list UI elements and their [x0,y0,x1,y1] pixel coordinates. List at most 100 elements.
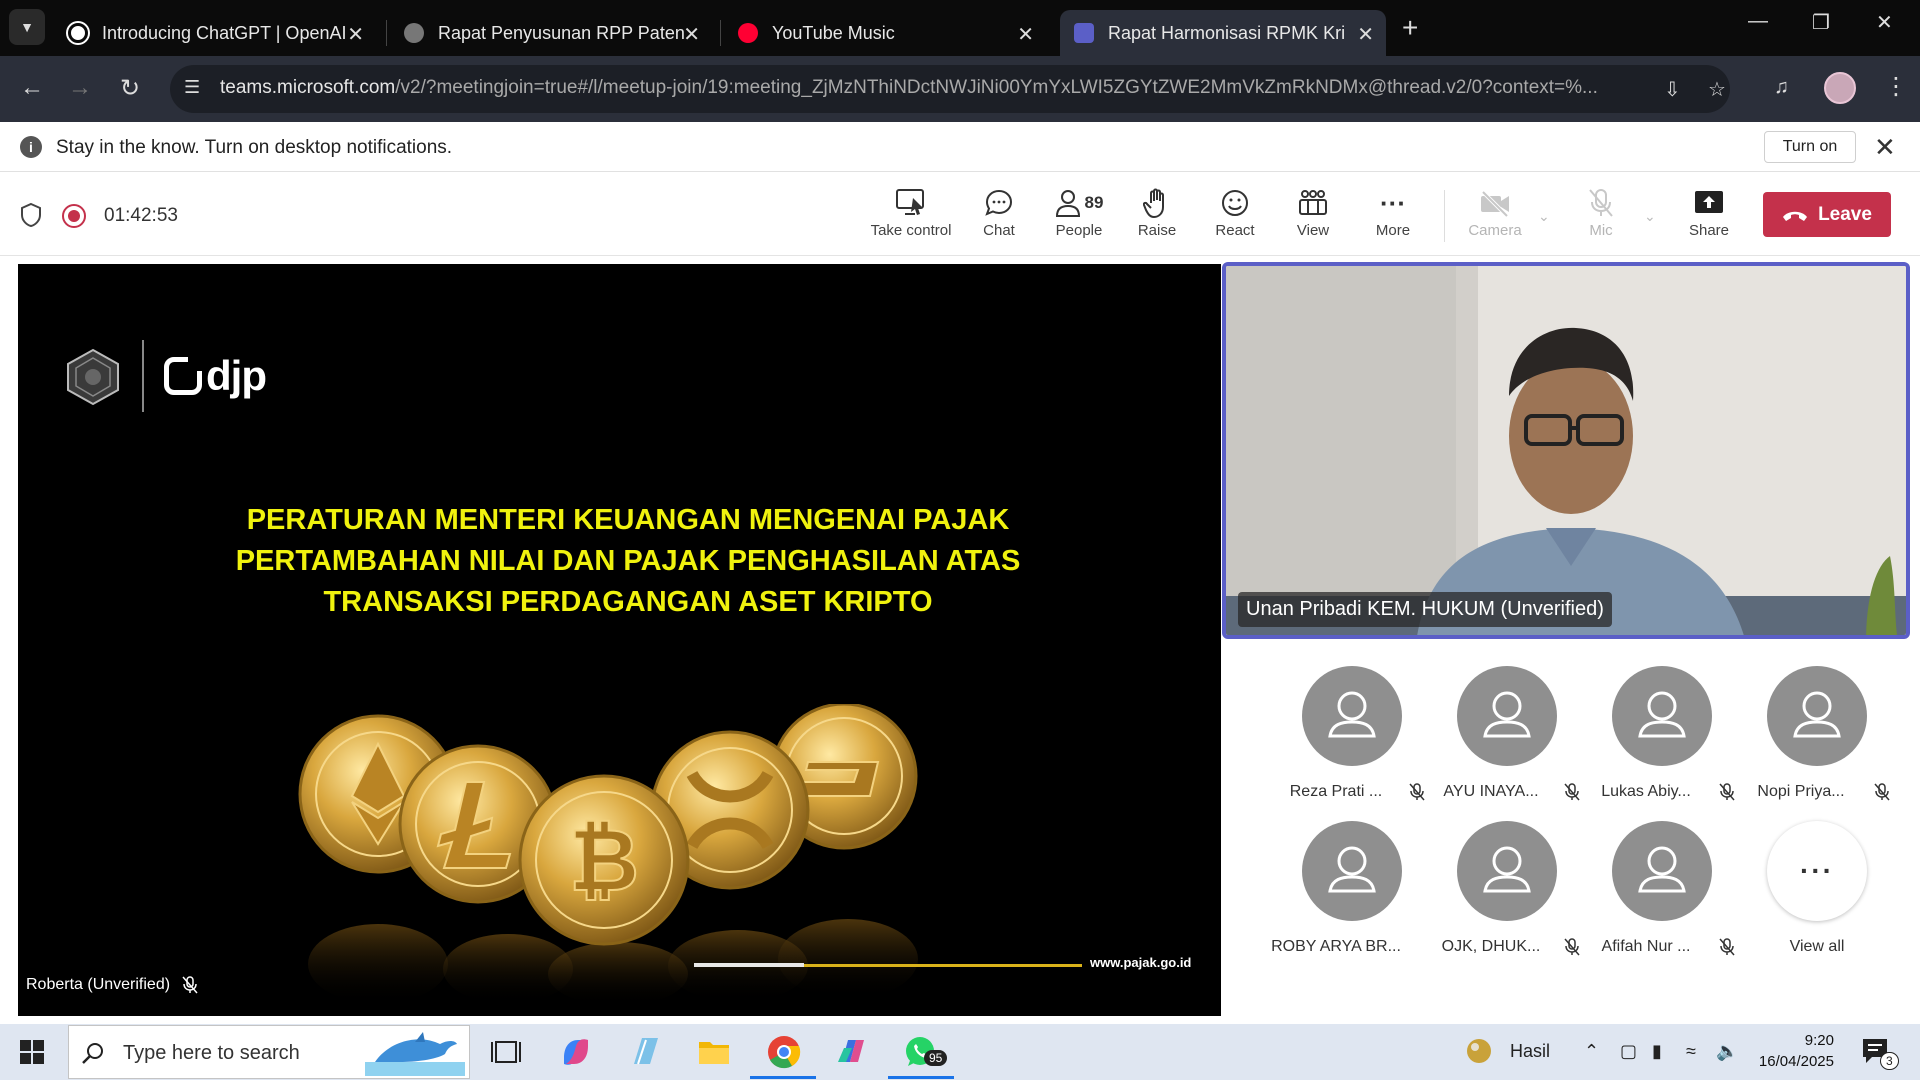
media-control-icon[interactable]: ♫ [1774,76,1789,99]
participant-tile[interactable]: AYU INAYA... [1426,666,1580,816]
close-icon[interactable]: ✕ [347,22,364,47]
slide-footer-url: www.pajak.go.id [1090,955,1192,970]
camera-options-chevron-icon[interactable]: ⌄ [1538,208,1550,225]
participant-tile[interactable]: Reza Prati ... [1271,666,1425,816]
address-bar[interactable]: ☰ teams.microsoft.com/v2/?meetingjoin=tr… [170,65,1730,113]
mic-button[interactable]: Mic [1556,186,1646,250]
wifi-icon[interactable]: ≈ [1686,1041,1696,1062]
people-button[interactable]: 89 People [1034,186,1124,250]
person-icon [1793,691,1841,738]
slide-progress-fill [694,963,804,967]
crypto-coins-illustration: ₿ [298,704,918,1004]
file-explorer-icon[interactable] [696,1034,732,1070]
participant-tile[interactable]: ROBY ARYA BR... [1271,821,1421,971]
minimize-button[interactable]: — [1748,10,1768,33]
chrome-icon[interactable] [766,1034,802,1070]
meeting-stage: djp PERATURAN MENTERI KEUANGAN MENGENAI … [0,256,1920,1024]
profile-avatar[interactable] [1824,72,1856,104]
turn-on-button[interactable]: Turn on [1764,131,1856,163]
search-icon [82,1043,103,1064]
browser-menu-button[interactable]: ⋮ [1884,72,1908,101]
avatar [1302,666,1402,766]
kemenkeu-seal-icon [67,348,119,406]
speaker-video [1226,266,1906,635]
reload-button[interactable]: ↻ [120,74,140,103]
mic-off-icon [1719,938,1735,956]
more-button[interactable]: ··· More [1348,186,1438,250]
chevron-down-icon: ▼ [20,19,34,35]
notes-app-icon[interactable] [628,1034,664,1070]
participant-tile[interactable]: Nopi Priya... [1736,666,1890,816]
close-icon[interactable]: ✕ [1874,132,1896,163]
youtube-music-icon [738,23,758,43]
tab-rapat-kripto[interactable]: Rapat Harmonisasi RPMK Kripto ✕ [1060,10,1386,56]
tab-youtube-music[interactable]: YouTube Music ✕ [724,10,1046,56]
share-button[interactable]: Share [1664,186,1754,250]
person-icon [1638,846,1686,893]
window-close-button[interactable]: ✕ [1876,10,1893,35]
react-button[interactable]: React [1190,186,1280,250]
active-speaker-tile[interactable]: Unan Pribadi KEM. HUKUM (Unverified) [1222,262,1910,639]
participant-tile[interactable]: Lukas Abiy... [1581,666,1735,816]
participant-tile[interactable]: Afifah Nur ... [1581,821,1735,971]
tab-rapat-paten[interactable]: Rapat Penyusunan RPP Paten ✕ [390,10,712,56]
person-icon [1638,691,1686,738]
avatar [1302,821,1402,921]
back-button[interactable]: ← [20,74,44,102]
shared-screen[interactable]: djp PERATURAN MENTERI KEUANGAN MENGENAI … [18,264,1221,1016]
active-app-indicator [888,1076,954,1079]
close-icon[interactable]: ✕ [1357,22,1374,47]
battery-icon[interactable]: ▮ [1652,1041,1662,1062]
weather-text[interactable]: Hasil [1510,1041,1550,1062]
raise-hand-button[interactable]: Raise [1112,186,1202,250]
participant-name: OJK, DHUK... [1441,938,1541,955]
new-tab-button[interactable]: + [1402,12,1418,44]
mic-off-icon [1564,938,1580,956]
site-settings-icon[interactable]: ☰ [184,77,206,99]
copilot-icon[interactable] [558,1034,594,1070]
djp-logo: djp [164,352,267,400]
chevron-up-icon[interactable]: ⌃ [1584,1041,1599,1062]
participant-name: Afifah Nur ... [1601,938,1691,955]
camera-button[interactable]: Camera [1450,186,1540,250]
participant-tile[interactable]: OJK, DHUK... [1426,821,1580,971]
forward-button[interactable]: → [68,74,92,102]
task-view-icon[interactable] [488,1034,524,1070]
view-button[interactable]: View [1268,186,1358,250]
tab-title: Rapat Harmonisasi RPMK Kripto [1108,22,1344,43]
restore-button[interactable]: ❐ [1812,10,1830,35]
avatar [1612,666,1712,766]
participant-name: ROBY ARYA BR... [1271,938,1401,955]
meeting-timer: 01:42:53 [104,205,178,226]
tab-chatgpt[interactable]: Introducing ChatGPT | OpenAI ✕ [54,10,376,56]
tab-title: Rapat Penyusunan RPP Paten [438,22,685,43]
more-vertical-icon: ⋮ [1884,73,1908,100]
clock-time: 9:20 [1804,1032,1834,1049]
take-control-button[interactable]: Take control [866,186,956,250]
notification-text: Stay in the know. Turn on desktop notifi… [56,137,453,158]
install-app-icon[interactable]: ⇩ [1664,77,1681,102]
leave-button[interactable]: Leave [1763,192,1891,237]
more-horizontal-icon[interactable]: ··· [1767,821,1867,921]
device-icon[interactable]: ▢ [1620,1041,1637,1062]
windows-start-icon[interactable] [20,1040,44,1064]
hand-icon [1143,188,1164,218]
gallery-view-icon [1299,190,1327,215]
bookmark-star-icon[interactable]: ☆ [1708,77,1726,102]
shield-icon[interactable] [20,202,42,228]
browser-toolbar: ← → ↻ ☰ teams.microsoft.com/v2/?meetingj… [0,56,1920,122]
chat-button[interactable]: Chat [954,186,1044,250]
close-icon[interactable]: ✕ [1017,22,1034,47]
taskbar-search-box[interactable]: Type here to search [68,1025,470,1079]
tab-search-button[interactable]: ▼ [9,9,45,45]
microsoft-365-icon[interactable] [834,1034,870,1070]
camera-off-icon [1481,190,1509,218]
teams-icon [1074,23,1094,43]
mic-off-icon [1719,783,1735,801]
view-all-participants[interactable]: ··· View all [1736,821,1886,971]
weather-icon[interactable] [1464,1036,1494,1066]
close-icon[interactable]: ✕ [683,22,700,47]
mic-options-chevron-icon[interactable]: ⌄ [1644,208,1656,225]
volume-icon[interactable]: 🔈 [1716,1041,1738,1062]
system-clock[interactable]: 9:20 16/04/2025 [1754,1030,1834,1072]
